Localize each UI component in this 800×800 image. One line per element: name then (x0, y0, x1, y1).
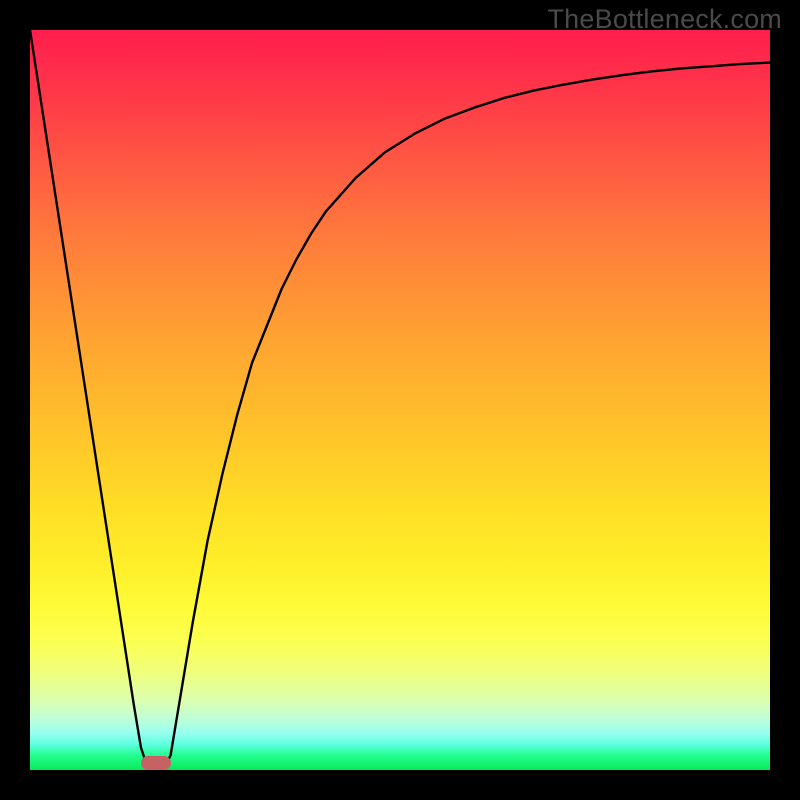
plot-area (30, 30, 770, 770)
optimal-marker (141, 756, 171, 770)
bottleneck-curve (30, 30, 770, 770)
chart-container: TheBottleneck.com (0, 0, 800, 800)
